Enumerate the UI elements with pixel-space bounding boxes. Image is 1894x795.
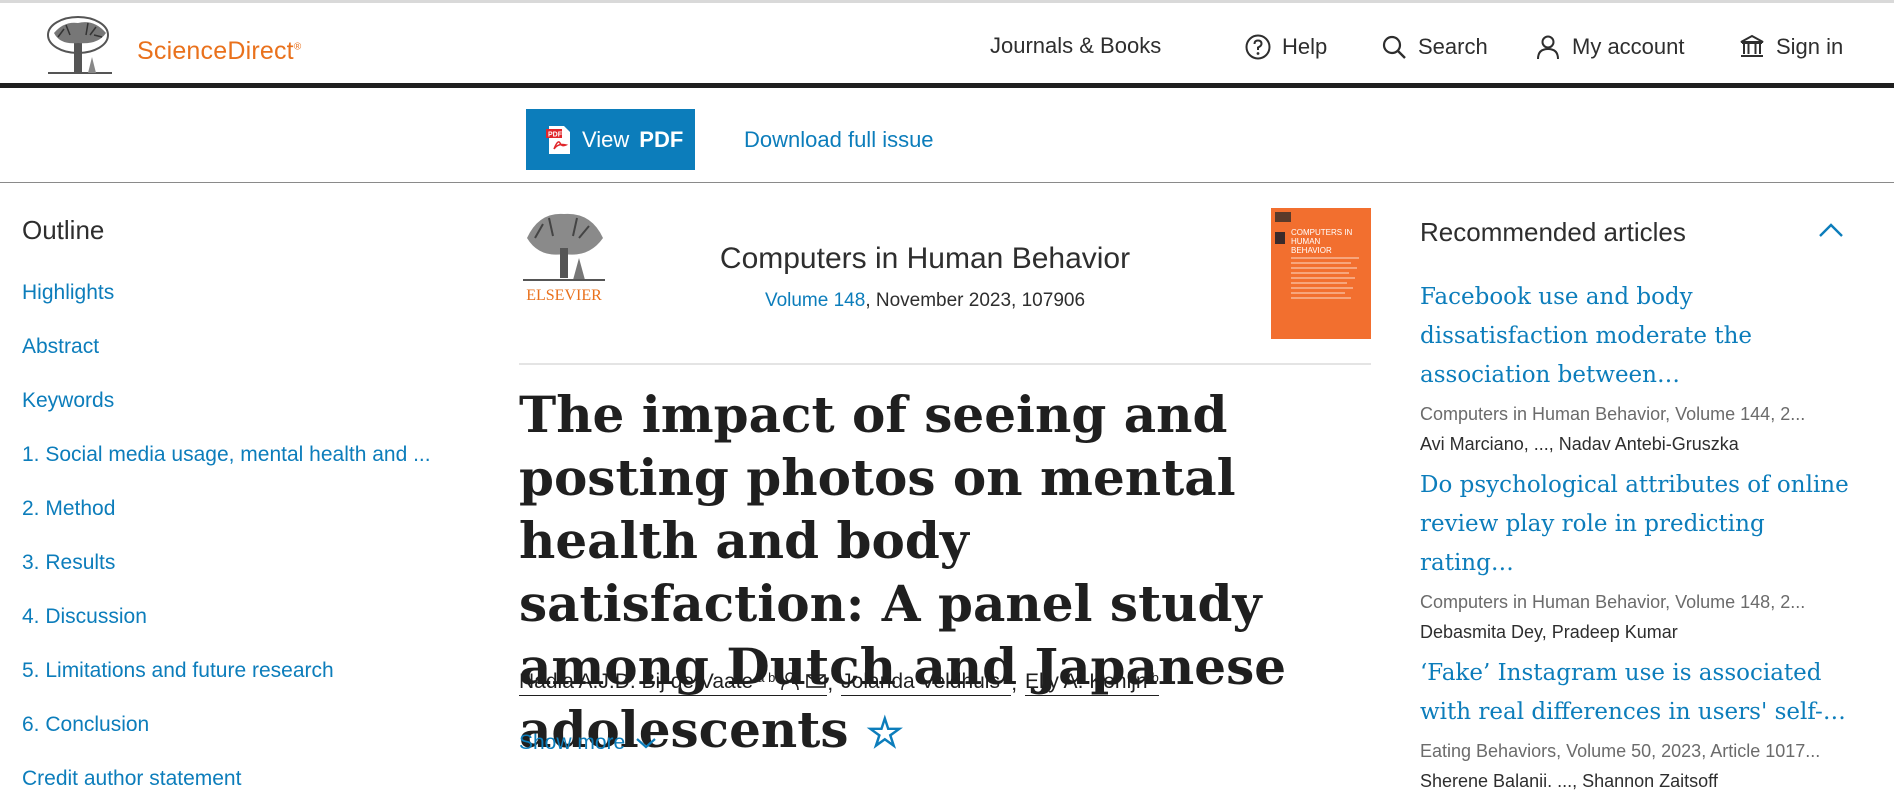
help-icon	[1245, 34, 1271, 60]
cover-title: COMPUTERS IN HUMAN BEHAVIOR	[1291, 228, 1353, 255]
nav-signin-label: Sign in	[1776, 34, 1844, 59]
recommended-heading: Recommended articles	[1420, 217, 1686, 247]
outline-item-results[interactable]: 3. Results	[22, 551, 115, 574]
view-pdf-bold-label: PDF	[639, 126, 684, 152]
outline-item-limitations[interactable]: 5. Limitations and future research	[22, 659, 334, 682]
author-1-name: Nadia A.J.D. Bij de Vaate	[519, 670, 754, 693]
author-3-affiliations: b	[1151, 670, 1159, 685]
volume-date: , November 2023, 107906	[865, 290, 1086, 311]
outline-heading: Outline	[22, 215, 105, 245]
recommended-article-source: Computers in Human Behavior, Volume 144,…	[1420, 404, 1806, 424]
article-toolbar: PDF View PDF Download full issue	[0, 93, 1894, 183]
author-2-affiliations: b	[1003, 670, 1012, 685]
recommended-article-authors: Sherene Balanii. ..., Shannon Zaitsoff	[1420, 771, 1718, 791]
outline-item-highlights[interactable]: Highlights	[22, 281, 114, 304]
recommended-article: ‘Fake’ Instagram use is associated with …	[1420, 654, 1860, 792]
outline-item-keywords[interactable]: Keywords	[22, 389, 114, 412]
journal-header: ELSEVIER Computers in Human Behavior Vol…	[519, 208, 1371, 365]
outline-item-discussion[interactable]: 4. Discussion	[22, 605, 147, 628]
recommended-article-title[interactable]: ‘Fake’ Instagram use is associated with …	[1420, 654, 1860, 732]
institution-icon	[1740, 34, 1764, 57]
recommended-article-title[interactable]: Facebook use and body dissatisfaction mo…	[1420, 278, 1860, 395]
outline-item-abstract[interactable]: Abstract	[22, 335, 99, 358]
elsevier-tree-logo[interactable]	[44, 15, 116, 77]
author-1-affiliations: a b	[757, 670, 776, 685]
author-2-name: Jolanda Veldhuis	[841, 670, 1000, 693]
nav-sign-in[interactable]: Sign in	[1738, 33, 1843, 61]
nav-search-label: Search	[1418, 34, 1488, 59]
author-2[interactable]: Jolanda Veldhuis b	[841, 670, 1012, 696]
star-icon[interactable]: ☆	[866, 708, 904, 757]
recommended-article-authors: Avi Marciano, ..., Nadav Antebi-Gruszka	[1420, 434, 1739, 454]
article-title-text: The impact of seeing and posting photos …	[519, 385, 1287, 759]
recommended-article: Facebook use and body dissatisfaction mo…	[1420, 278, 1860, 455]
svg-text:PDF: PDF	[548, 131, 563, 138]
view-pdf-button[interactable]: PDF View PDF	[526, 109, 695, 170]
recommended-article-authors: Debasmita Dey, Pradeep Kumar	[1420, 622, 1678, 642]
site-header: ScienceDirect® Journals & Books Help Sea…	[0, 3, 1894, 88]
show-more-button[interactable]: Show more	[519, 731, 657, 755]
chevron-down-icon	[636, 738, 656, 749]
recommended-article-title[interactable]: Do psychological attributes of online re…	[1420, 466, 1860, 583]
nav-journals-books[interactable]: Journals & Books	[990, 33, 1161, 59]
search-icon	[1382, 35, 1406, 59]
recommended-article-source: Computers in Human Behavior, Volume 148,…	[1420, 592, 1806, 612]
author-separator: ,	[827, 672, 834, 695]
person-icon	[781, 672, 800, 691]
user-icon	[1537, 35, 1559, 60]
journal-title[interactable]: Computers in Human Behavior	[519, 242, 1371, 276]
outline-item-section-1[interactable]: 1. Social media usage, mental health and…	[22, 443, 431, 466]
outline-item-method[interactable]: 2. Method	[22, 497, 115, 520]
show-more-label: Show more	[519, 731, 626, 754]
volume-link[interactable]: Volume 148	[765, 290, 865, 311]
outline-list: Highlights Abstract Keywords 1. Social m…	[22, 281, 431, 795]
pdf-icon: PDF	[546, 125, 570, 154]
journal-cover-image[interactable]: COMPUTERS IN HUMAN BEHAVIOR	[1271, 208, 1371, 339]
article-title: The impact of seeing and posting photos …	[519, 383, 1319, 764]
author-1[interactable]: Nadia A.J.D. Bij de Vaate a b	[519, 670, 828, 696]
brand-wordmark[interactable]: ScienceDirect®	[137, 37, 301, 66]
outline-item-conclusion[interactable]: 6. Conclusion	[22, 713, 149, 736]
recommended-article: Do psychological attributes of online re…	[1420, 466, 1860, 643]
author-list: Nadia A.J.D. Bij de Vaate a b , Jolanda …	[519, 670, 1159, 696]
nav-my-account[interactable]: My account	[1534, 33, 1685, 61]
nav-search[interactable]: Search	[1380, 33, 1488, 61]
outline-item-credit-author[interactable]: Credit author statement	[22, 767, 241, 790]
download-full-issue-link[interactable]: Download full issue	[744, 127, 934, 153]
chevron-up-icon[interactable]	[1816, 216, 1846, 246]
recommended-article-source: Eating Behaviors, Volume 50, 2023, Artic…	[1420, 741, 1821, 761]
nav-journals-label: Journals & Books	[990, 33, 1162, 58]
view-pdf-label: View	[582, 126, 630, 152]
nav-help-label: Help	[1282, 34, 1328, 59]
author-3-name: Elly A. Konijn	[1025, 670, 1148, 693]
nav-account-label: My account	[1572, 34, 1685, 59]
author-3[interactable]: Elly A. Konijn b	[1025, 670, 1159, 696]
nav-help[interactable]: Help	[1244, 33, 1327, 61]
author-separator: ,	[1011, 672, 1018, 695]
email-icon	[806, 674, 827, 688]
volume-line: Volume 148, November 2023, 107906	[519, 290, 1371, 312]
